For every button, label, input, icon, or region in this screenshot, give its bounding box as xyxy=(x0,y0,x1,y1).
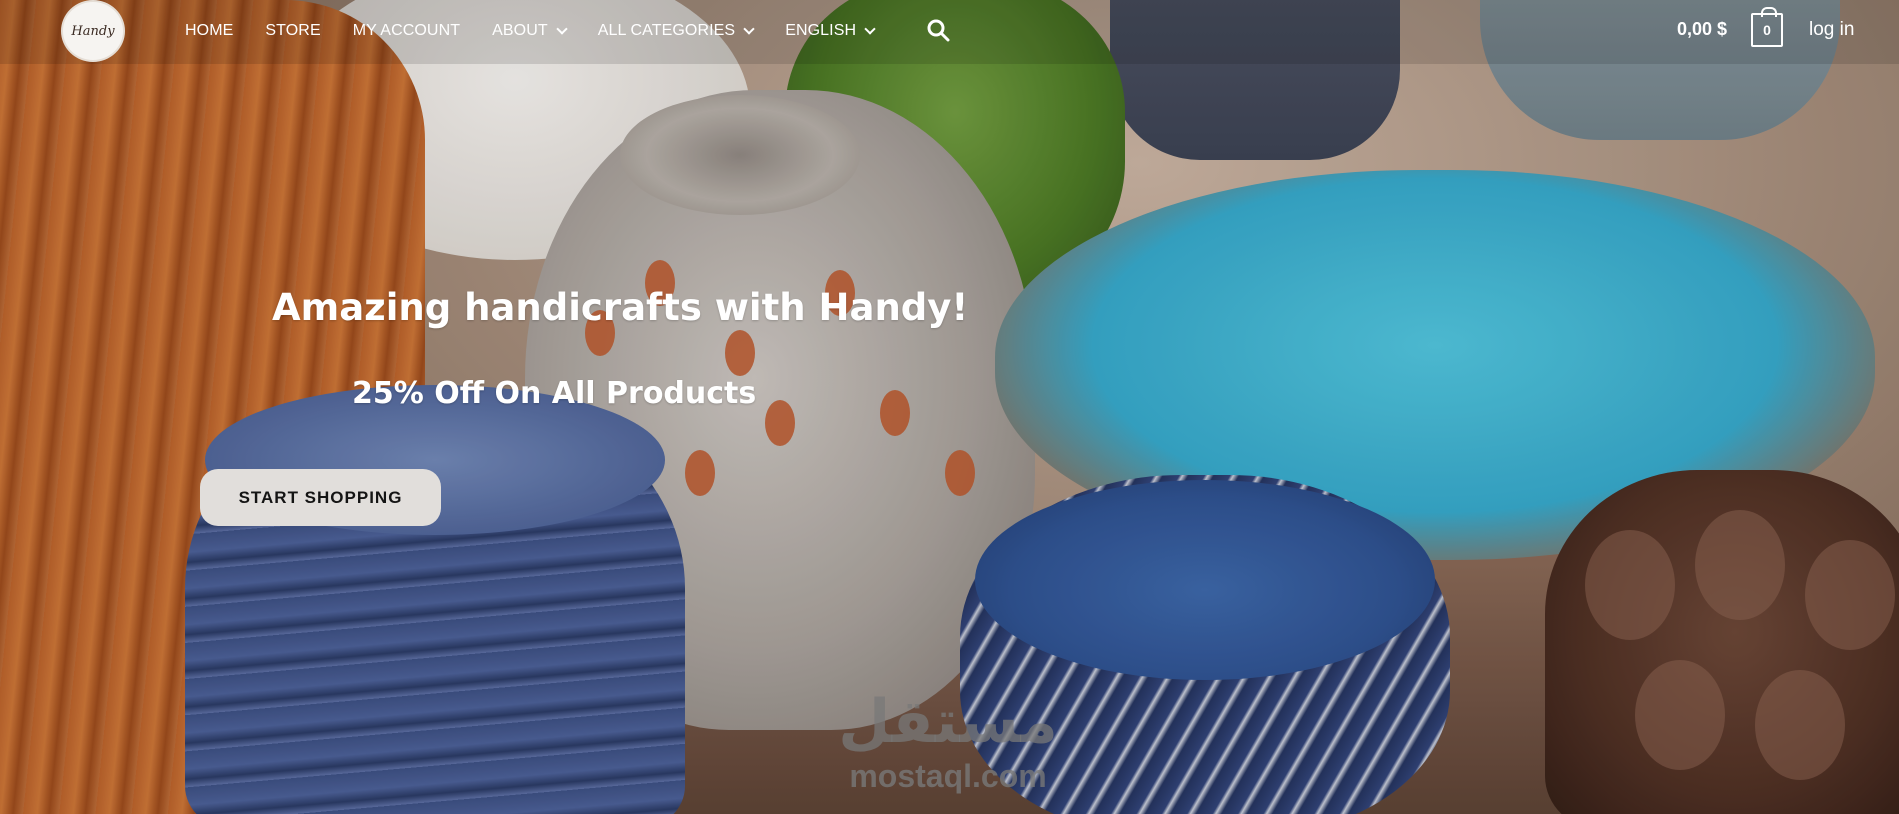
nav-item-all-categories[interactable]: ALL CATEGORIES xyxy=(597,22,755,40)
nav-item-about[interactable]: ABOUT xyxy=(492,22,568,40)
shopping-bag-icon[interactable]: 0 xyxy=(1751,7,1783,47)
chevron-down-icon xyxy=(556,23,568,35)
cart-total[interactable]: 0,00 $ xyxy=(1677,19,1727,40)
chevron-down-icon xyxy=(743,23,755,35)
main-nav: HOME STORE MY ACCOUNT ABOUT ALL CATEGORI… xyxy=(185,0,906,62)
search-icon[interactable] xyxy=(926,18,950,42)
nav-item-label: ALL CATEGORIES xyxy=(597,22,736,39)
hero-subtitle: 25% Off On All Products xyxy=(352,376,757,411)
start-shopping-button[interactable]: START SHOPPING xyxy=(200,469,441,526)
chevron-down-icon xyxy=(864,23,876,35)
nav-item-label: HOME xyxy=(185,22,234,39)
site-header: Handy HOME STORE MY ACCOUNT ABOUT ALL CA… xyxy=(0,0,1899,64)
cart-count: 0 xyxy=(1763,22,1771,38)
nav-item-label: ABOUT xyxy=(492,22,548,39)
watermark-arabic: مستقل xyxy=(838,687,1058,757)
hero-title: Amazing handicrafts with Handy! xyxy=(272,286,969,329)
login-link[interactable]: log in xyxy=(1809,19,1854,41)
logo-text: Handy xyxy=(71,23,115,39)
nav-item-label: MY ACCOUNT xyxy=(352,22,461,39)
watermark-english: mostaql.com xyxy=(849,758,1047,794)
nav-item-store[interactable]: STORE xyxy=(265,22,320,40)
start-shopping-label: START SHOPPING xyxy=(238,487,403,507)
nav-item-my-account[interactable]: MY ACCOUNT xyxy=(353,22,460,40)
site-logo[interactable]: Handy xyxy=(61,0,125,62)
nav-item-home[interactable]: HOME xyxy=(185,22,233,40)
nav-item-label: STORE xyxy=(265,22,321,39)
nav-item-label: ENGLISH xyxy=(785,22,857,39)
nav-item-language[interactable]: ENGLISH xyxy=(785,22,876,40)
